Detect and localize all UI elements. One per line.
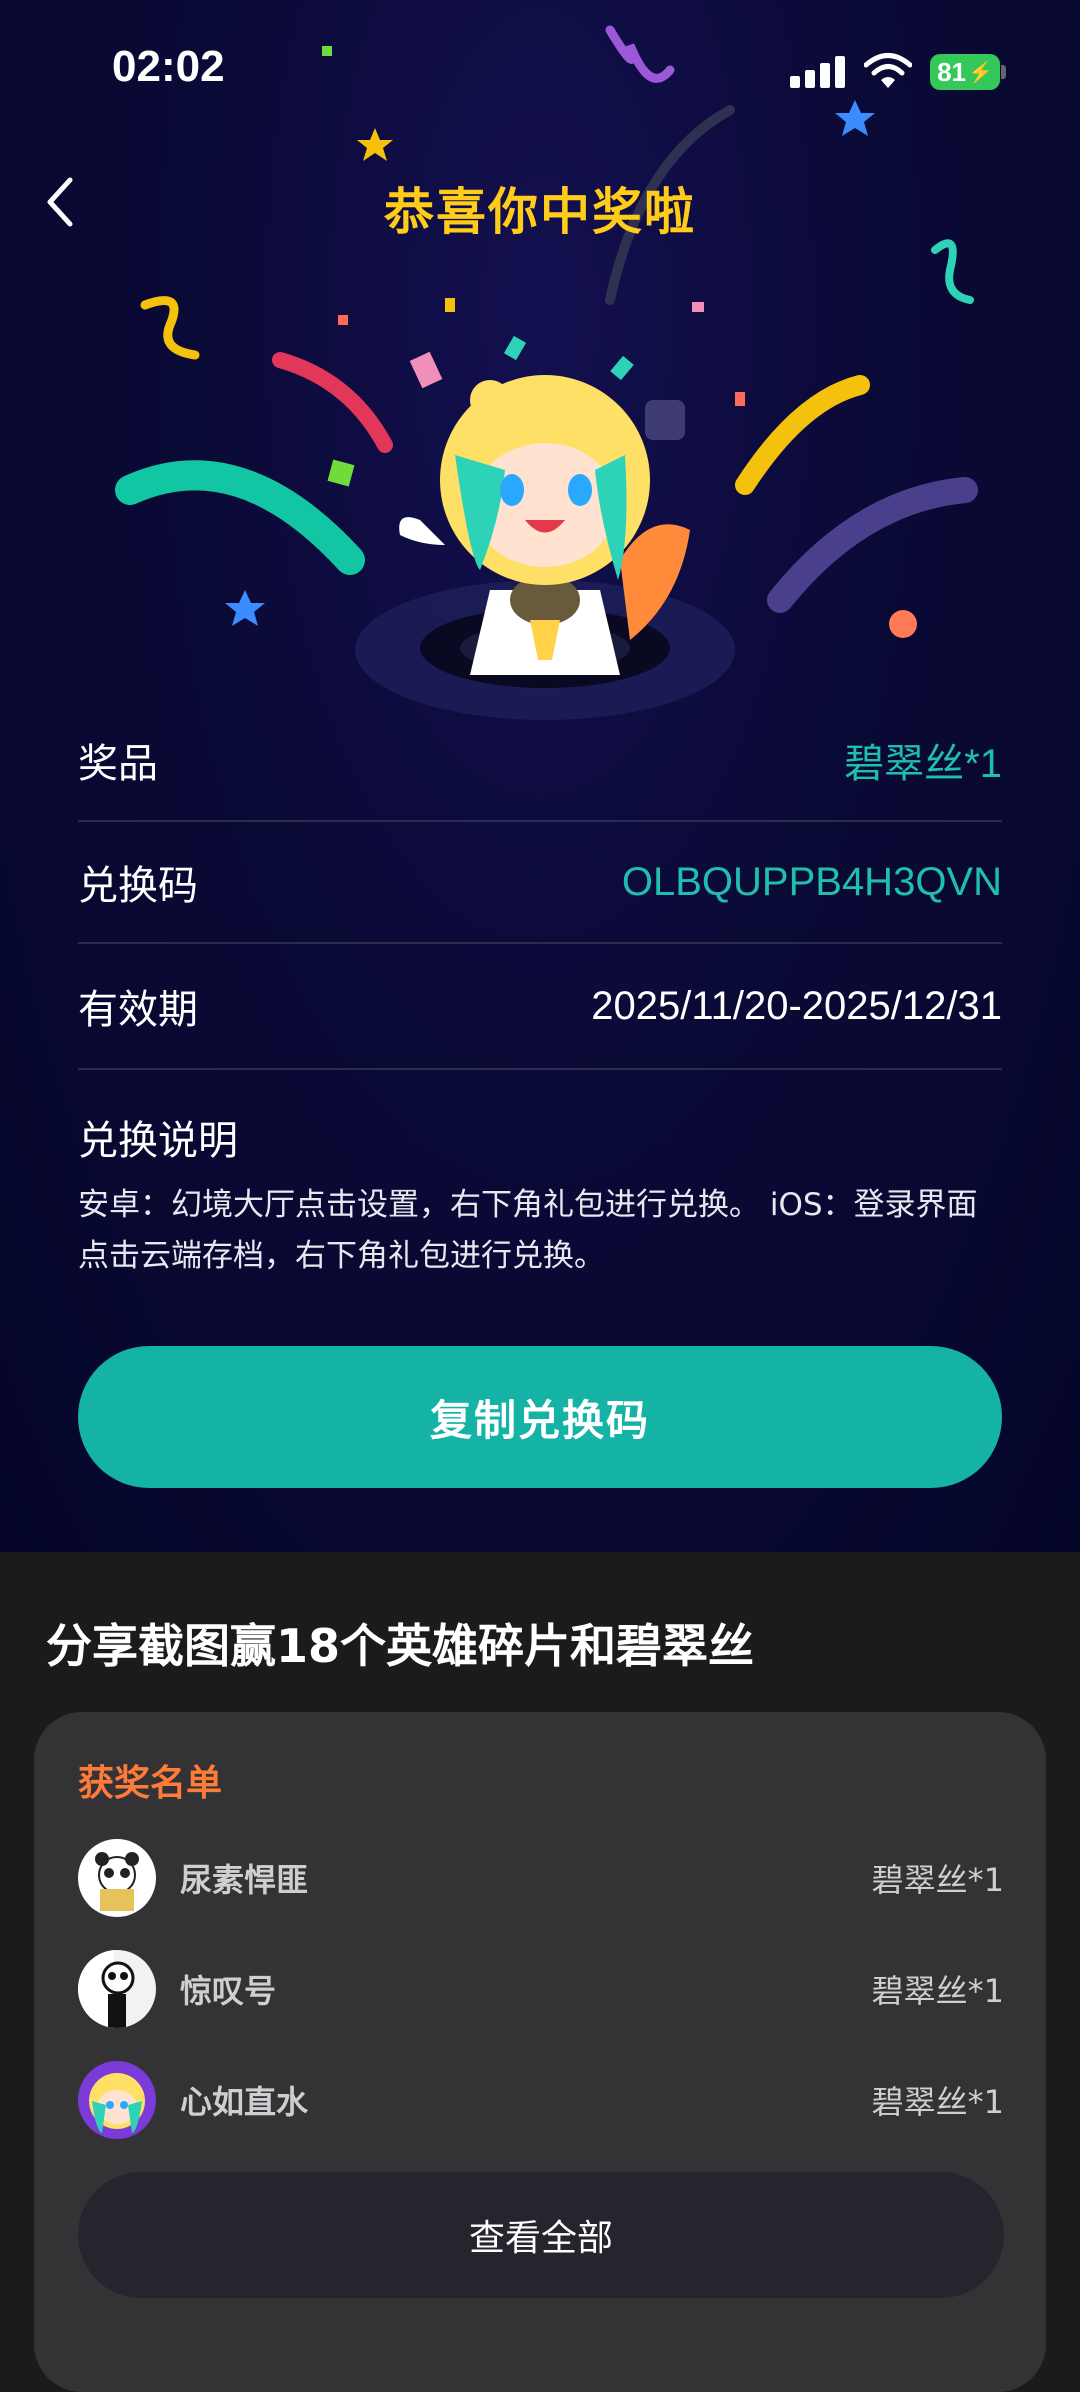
validity-row: 有效期 2025/11/20-2025/12/31 — [78, 944, 1002, 1070]
prize-panel: 02:02 81 ⚡ 恭喜你中奖啦 奖品 碧翠丝*1 兑换码 OLBQUPPB4… — [0, 0, 1080, 1552]
instructions-title: 兑换说明 — [78, 1118, 238, 1164]
code-row: 兑换码 OLBQUPPB4H3QVN — [78, 822, 1002, 944]
wifi-icon — [864, 53, 912, 88]
share-title: 分享截图赢18个英雄碎片和碧翠丝 — [46, 1619, 755, 1673]
winners-card: 获奖名单 尿素悍匪 碧翠丝*1 惊叹号 碧翠丝*1 心如直水 碧翠丝*1 查看全… — [34, 1712, 1046, 2392]
avatar[interactable] — [78, 1950, 156, 2028]
winner-name: 尿素悍匪 — [180, 1861, 309, 1899]
instructions-text: 安卓：幻境大厅点击设置，右下角礼包进行兑换。 iOS：登录界面点击云端存档，右下… — [78, 1187, 978, 1274]
redeem-code-value[interactable]: OLBQUPPB4H3QVN — [622, 860, 1002, 905]
battery-level: 81 — [937, 56, 966, 87]
validity-label: 有效期 — [78, 987, 198, 1033]
avatar[interactable] — [78, 1839, 156, 1917]
winner-row: 惊叹号 碧翠丝*1 — [78, 1949, 1004, 2029]
cellular-signal-icon — [790, 56, 846, 88]
winner-row: 心如直水 碧翠丝*1 — [78, 2060, 1004, 2140]
page-title: 恭喜你中奖啦 — [384, 183, 696, 241]
prize-value: 碧翠丝*1 — [844, 742, 1002, 786]
charging-bolt-icon: ⚡ — [968, 61, 993, 84]
status-time: 02:02 — [112, 42, 225, 91]
copy-code-button[interactable]: 复制兑换码 — [78, 1346, 1002, 1488]
winner-row: 尿素悍匪 碧翠丝*1 — [78, 1838, 1004, 1918]
validity-value: 2025/11/20-2025/12/31 — [591, 983, 1002, 1028]
code-label: 兑换码 — [78, 863, 198, 909]
winner-name: 惊叹号 — [180, 1972, 277, 2010]
winner-name: 心如直水 — [180, 2083, 309, 2121]
winner-prize: 碧翠丝*1 — [871, 1861, 1004, 1899]
prize-label: 奖品 — [78, 741, 158, 787]
avatar[interactable] — [78, 2061, 156, 2139]
winners-title: 获奖名单 — [78, 1763, 223, 1804]
battery-icon: 81 ⚡ — [930, 54, 1000, 90]
prize-row: 奖品 碧翠丝*1 — [78, 700, 1002, 822]
battery-cap — [1001, 65, 1006, 79]
winner-prize: 碧翠丝*1 — [871, 1972, 1004, 2010]
view-all-button[interactable]: 查看全部 — [78, 2172, 1004, 2298]
celebration-illustration — [115, 25, 978, 720]
winner-prize: 碧翠丝*1 — [871, 2083, 1004, 2121]
